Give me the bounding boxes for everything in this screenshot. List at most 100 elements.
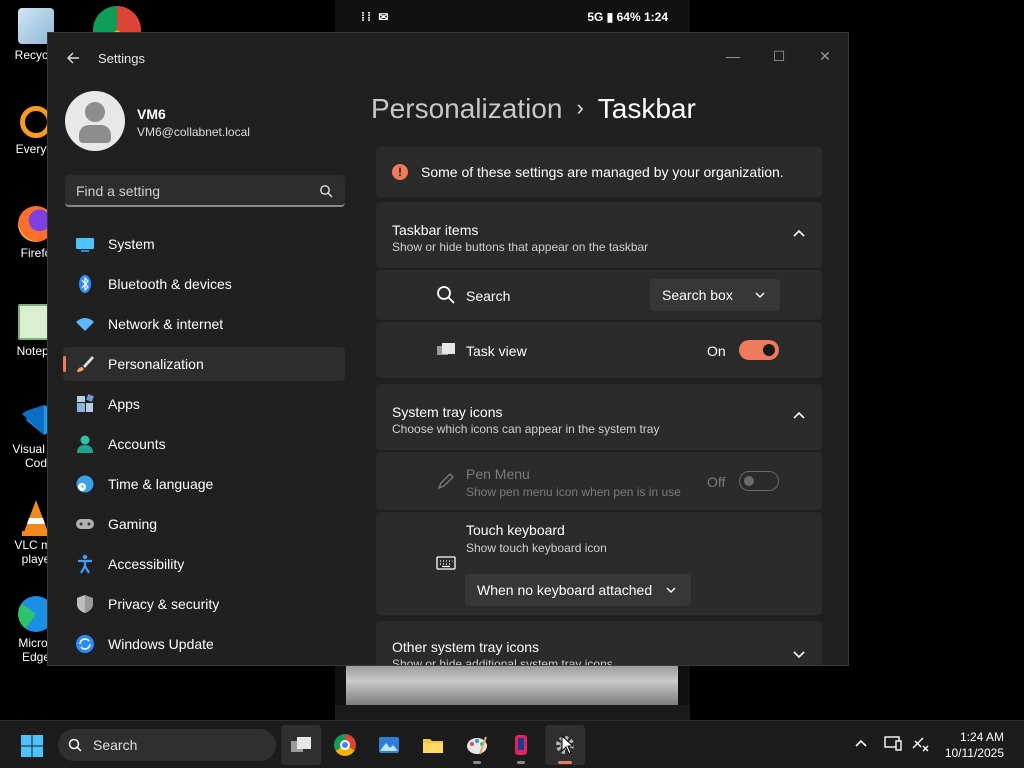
breadcrumb-separator: › (576, 95, 584, 120)
phone-status-bar: ⁞⁞ ✉ 5G ▮ 64% 1:24 (335, 0, 690, 34)
sidebar-item-label: Accounts (108, 436, 166, 452)
chevron-up-icon (793, 411, 805, 419)
sidebar-item-personalization[interactable]: Personalization (63, 347, 345, 381)
chrome-icon (334, 734, 356, 756)
touch-keyboard-dropdown[interactable]: When no keyboard attached (465, 574, 691, 606)
page-title: Taskbar (597, 93, 696, 124)
phone-status-right: 5G ▮ 64% 1:24 (587, 10, 668, 24)
clock-time: 1:24 AM (959, 730, 1004, 744)
taskbar-items-header[interactable]: Taskbar items Show or hide buttons that … (376, 202, 822, 268)
dropdown-value: When no keyboard attached (477, 582, 653, 598)
touch-keyboard-label: Touch keyboard (466, 522, 565, 538)
title-bar: Settings — ☐ ✕ (48, 33, 848, 81)
shield-icon (77, 595, 93, 613)
dropdown-value: Search box (662, 287, 733, 303)
pen-menu-row: Pen Menu Show pen menu icon when pen is … (376, 452, 822, 510)
section-title: Taskbar items (392, 222, 479, 238)
search-setting-label: Search (466, 288, 511, 304)
sidebar-item-apps[interactable]: Apps (63, 387, 345, 421)
section-title: System tray icons (392, 404, 503, 420)
sidebar-item-label: Gaming (108, 516, 158, 532)
taskbar-app-task-view[interactable] (281, 725, 321, 765)
taskbar: Search 1:24 AM 10/11/2025 (0, 720, 1024, 768)
close-button[interactable]: ✕ (802, 41, 848, 71)
phone-status-left: ⁞⁞ ✉ (361, 10, 391, 24)
windows-start-icon[interactable] (20, 734, 44, 758)
chevron-up-icon (793, 229, 805, 237)
network-disconnected-icon[interactable] (911, 733, 931, 753)
search-setting-row: Search Search box (376, 270, 822, 320)
pen-menu-label: Pen Menu (466, 466, 530, 482)
arrow-left-icon (67, 52, 79, 64)
search-mode-dropdown[interactable]: Search box (650, 279, 780, 311)
find-setting-input[interactable]: Find a setting (65, 175, 345, 207)
monitor-icon (76, 238, 94, 252)
taskbar-search-label: Search (93, 737, 138, 753)
display-icon[interactable] (883, 733, 903, 753)
taskbar-search-box[interactable]: Search (58, 729, 276, 761)
keyboard-icon (436, 556, 456, 570)
taskbar-app-photos[interactable] (369, 725, 409, 765)
taskbar-app-phone-link[interactable] (501, 725, 541, 765)
sidebar-item-label: Apps (108, 396, 140, 412)
task-view-label: Task view (466, 343, 527, 359)
minimize-button[interactable]: — (710, 41, 756, 71)
sidebar-item-privacy-security[interactable]: Privacy & security (63, 587, 345, 621)
breadcrumb: Personalization › Taskbar (371, 93, 696, 125)
sidebar-item-network[interactable]: Network & internet (63, 307, 345, 341)
sidebar-nav: System Bluetooth & devices Network & int… (63, 227, 345, 667)
task-view-toggle[interactable] (739, 340, 779, 360)
system-tray-header[interactable]: System tray icons Choose which icons can… (376, 384, 822, 450)
back-button[interactable] (62, 47, 84, 69)
task-view-icon (437, 343, 455, 355)
chevron-down-icon (755, 292, 765, 298)
sidebar-item-bluetooth[interactable]: Bluetooth & devices (63, 267, 345, 301)
profile-name: VM6 (137, 106, 166, 122)
avatar (65, 91, 125, 151)
phone-camera-view (346, 665, 678, 705)
profile-email: VM6@collabnet.local (137, 125, 250, 139)
chevron-down-icon (793, 651, 805, 659)
maximize-button[interactable]: ☐ (756, 41, 802, 71)
taskbar-app-paint[interactable] (457, 725, 497, 765)
touch-keyboard-row: Touch keyboard Show touch keyboard icon … (376, 512, 822, 615)
sidebar-item-accessibility[interactable]: Accessibility (63, 547, 345, 581)
sidebar-item-time-language[interactable]: Time & language (63, 467, 345, 501)
chevron-up-icon[interactable] (851, 733, 871, 753)
sidebar-item-system[interactable]: System (63, 227, 345, 261)
folder-icon (423, 739, 443, 753)
other-tray-icons-header[interactable]: Other system tray icons Show or hide add… (376, 621, 822, 665)
pen-icon (437, 473, 454, 490)
update-icon (76, 635, 94, 653)
sidebar-item-label: Network & internet (108, 316, 224, 332)
wifi-icon (76, 318, 94, 331)
gamepad-icon (76, 519, 94, 529)
app-title: Settings (98, 51, 145, 66)
breadcrumb-parent[interactable]: Personalization (371, 93, 562, 124)
clock-date: 10/11/2025 (944, 746, 1004, 760)
sidebar-item-windows-update[interactable]: Windows Update (63, 627, 345, 661)
section-subtitle: Show or hide buttons that appear on the … (392, 240, 649, 254)
sidebar-item-label: Windows Update (108, 636, 214, 652)
phone-link-icon (515, 735, 527, 755)
apps-icon (77, 394, 94, 412)
taskbar-app-file-explorer[interactable] (413, 725, 453, 765)
chevron-down-icon (666, 587, 676, 593)
pen-menu-desc: Show pen menu icon when pen is in use (466, 485, 681, 499)
sidebar-item-label: Privacy & security (108, 596, 220, 612)
taskbar-app-chrome[interactable] (325, 725, 365, 765)
phone-nav-bar (335, 705, 690, 720)
system-clock[interactable]: 1:24 AM 10/11/2025 (945, 729, 1004, 761)
globe-clock-icon (76, 475, 94, 493)
sidebar-item-accounts[interactable]: Accounts (63, 427, 345, 461)
search-icon (68, 738, 82, 752)
warning-icon: ! (392, 164, 408, 180)
active-indicator (558, 761, 572, 764)
section-subtitle: Show or hide additional system tray icon… (392, 657, 613, 665)
banner-text: Some of these settings are managed by yo… (421, 164, 784, 180)
touch-keyboard-desc: Show touch keyboard icon (466, 541, 607, 555)
toggle-state-text: On (707, 343, 726, 359)
running-indicator (517, 761, 525, 764)
sidebar-item-gaming[interactable]: Gaming (63, 507, 345, 541)
task-view-row: Task view On (376, 322, 822, 378)
